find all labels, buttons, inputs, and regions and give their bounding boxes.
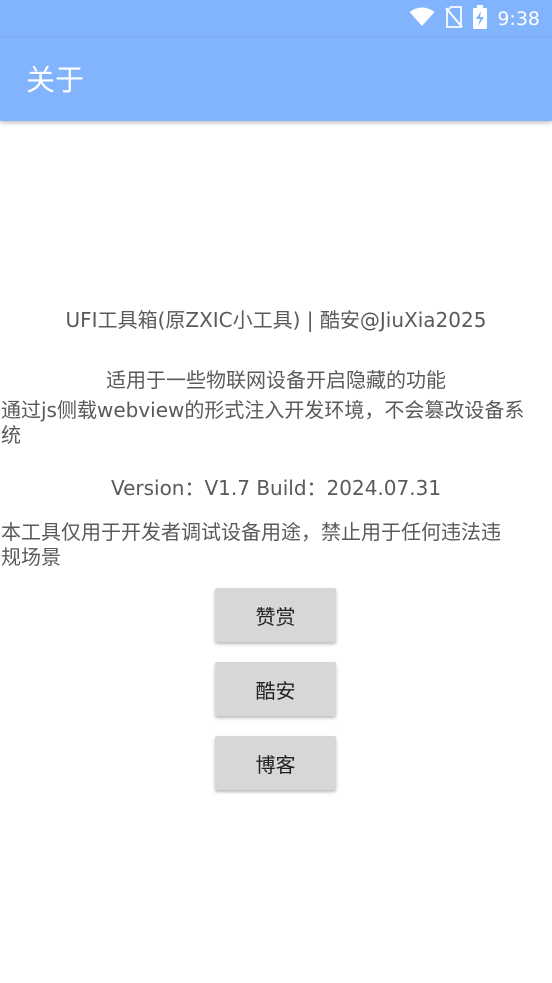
status-time: 9:38 [497,8,540,30]
battery-charging-icon [473,5,488,33]
status-bar: 9:38 [0,0,552,38]
description-line-2: 通过js侧载webview的形式注入开发环境，不会篡改设备系 [1,398,525,422]
description-line-1: 适用于一些物联网设备开启隐藏的功能 [106,368,446,392]
description-line-3: 统 [1,423,21,447]
app-name-author: UFI工具箱(原ZXIC小工具) | 酷安@JiuXia2025 [65,308,487,332]
version-info: Version：V1.7 Build：2024.07.31 [110,476,442,500]
coolapk-button[interactable]: 酷安 [215,662,336,716]
disclaimer-line-1: 本工具仅用于开发者调试设备用途，禁止用于任何违法违 [1,520,501,544]
page-title: 关于 [26,63,85,97]
status-icons: 9:38 [409,0,540,38]
no-sim-icon [445,6,464,32]
disclaimer-line-2: 规场景 [1,545,61,569]
wifi-icon [409,7,435,31]
app-bar: 关于 [0,38,552,121]
reward-button[interactable]: 赞赏 [215,588,336,642]
blog-button[interactable]: 博客 [215,736,336,790]
